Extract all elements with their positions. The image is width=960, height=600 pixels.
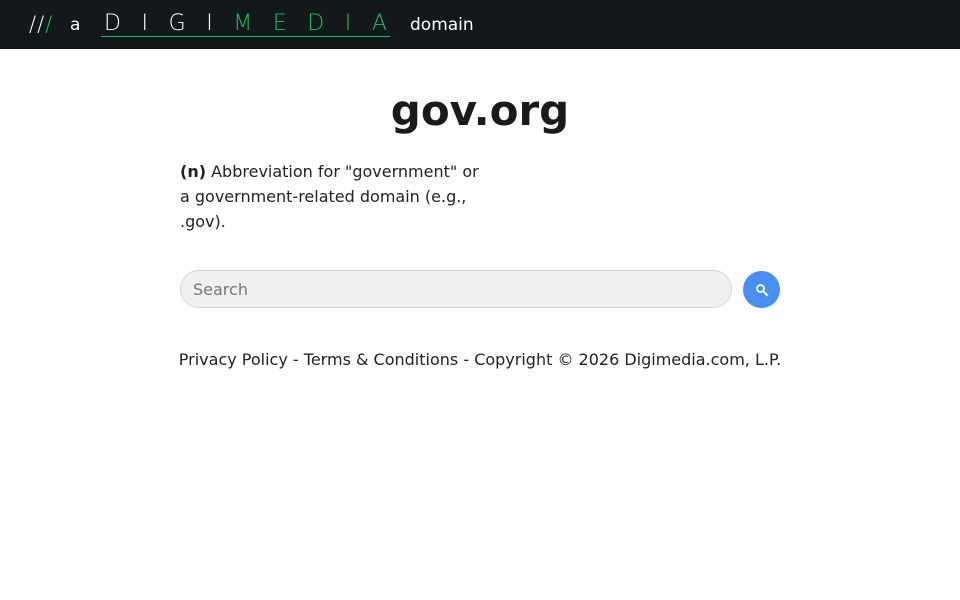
brand-letter: M [233,10,253,36]
copyright-text: Copyright © 2026 Digimedia.com, L.P. [474,350,782,369]
search-icon [755,283,769,297]
definition-text: Abbreviation for "government" or a gover… [180,162,479,231]
digimedia-brand-link[interactable]: D I G I M E D I A [101,10,390,37]
terms-link[interactable]: Terms & Conditions [304,350,458,369]
definition: (n) Abbreviation for "government" or a g… [180,159,480,234]
brand-letter: D [307,10,325,36]
brand-letter: I [344,10,352,36]
footer-separator: - [287,350,304,369]
brand-letter: D [104,10,121,36]
brand-letter: A [371,10,387,36]
part-of-speech: (n) [180,162,207,181]
page-title: gov.org [390,86,570,135]
privacy-policy-link[interactable]: Privacy Policy [179,350,288,369]
footer-separator: - [458,350,475,369]
header-domain-word: domain [410,15,474,35]
brand-slashes-logo: /// [29,12,53,36]
search-button[interactable] [743,271,780,308]
header-article: a [70,15,81,35]
brand-letter: G [168,10,186,36]
brand-letter: I [141,10,149,36]
footer: Privacy Policy - Terms & Conditions - Co… [0,350,960,369]
brand-letter: E [272,10,287,36]
search-input[interactable] [180,270,732,308]
top-bar: /// a D I G I M E D I A domain [0,0,960,49]
slashes-green: / [45,12,54,36]
brand-letter: I [206,10,213,36]
slashes-white: // [29,12,46,36]
